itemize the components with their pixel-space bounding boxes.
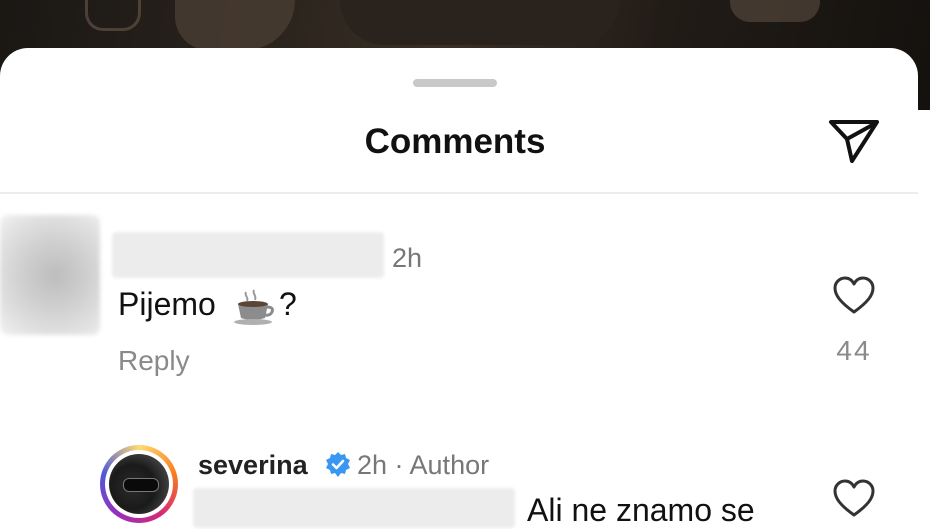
commenter-username-blurred[interactable] xyxy=(112,232,384,278)
like-count[interactable]: 44 xyxy=(830,335,878,367)
like-heart-icon[interactable] xyxy=(832,479,876,519)
reply-meta: 2h · Author xyxy=(357,450,490,480)
avatar-photo xyxy=(109,454,169,514)
like-heart-icon[interactable] xyxy=(832,276,876,316)
comment-text-suffix: ? xyxy=(279,286,297,322)
comment-timestamp: 2h xyxy=(392,243,423,273)
header-divider xyxy=(0,192,918,194)
sheet-drag-handle[interactable] xyxy=(413,79,497,87)
backdrop-detail xyxy=(85,0,141,31)
backdrop-detail xyxy=(175,0,295,50)
verified-badge-icon xyxy=(326,452,350,477)
reply-text: Ali ne znamo se xyxy=(527,492,755,528)
coffee-cup-emoji-icon xyxy=(234,289,274,325)
mention-blurred xyxy=(193,488,515,528)
commenter-avatar-blurred[interactable] xyxy=(0,215,100,335)
avatar-ring-gap xyxy=(105,450,173,518)
send-paper-plane-icon[interactable] xyxy=(826,116,882,166)
comment-text: Pijemo xyxy=(118,286,216,322)
backdrop-detail xyxy=(730,0,820,22)
reply-button[interactable]: Reply xyxy=(118,345,190,377)
backdrop-detail xyxy=(340,0,620,45)
author-avatar[interactable] xyxy=(100,445,178,523)
avatar-sunglasses-detail xyxy=(123,478,159,492)
sheet-title: Comments xyxy=(364,122,546,161)
reply-username[interactable]: severina xyxy=(198,450,308,481)
